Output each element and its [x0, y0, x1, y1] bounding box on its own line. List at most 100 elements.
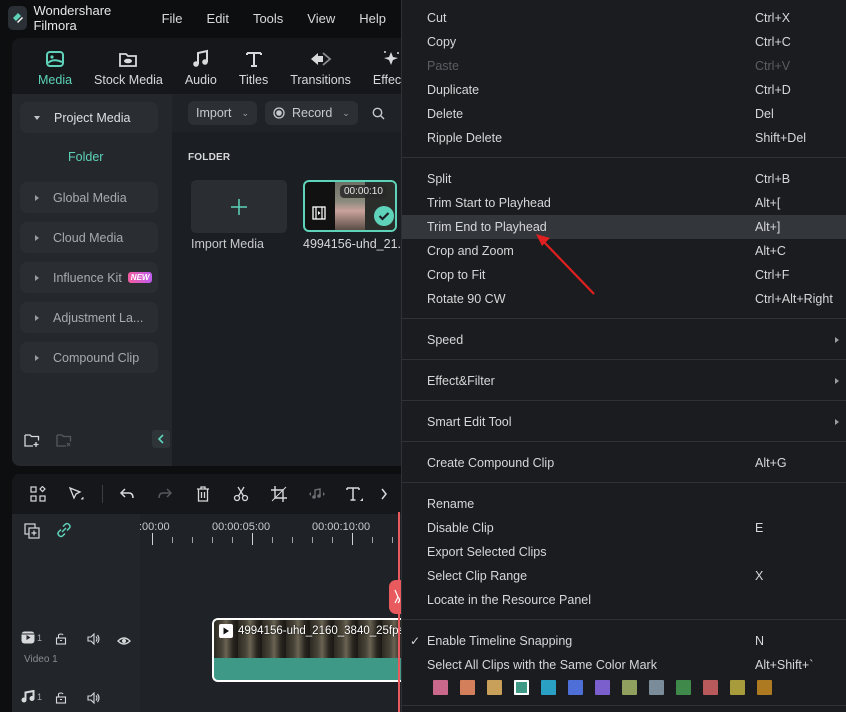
color-mark-swatch[interactable]	[703, 680, 718, 695]
menu-file[interactable]: File	[162, 11, 183, 26]
menu-item-select-all-clips-with-the-same-color-mark[interactable]: Select All Clips with the Same Color Mar…	[402, 653, 846, 677]
color-mark-swatch[interactable]	[649, 680, 664, 695]
more-tools-chevron-icon[interactable]	[379, 480, 389, 508]
color-mark-swatch[interactable]	[757, 680, 772, 695]
menu-item-label: Crop to Fit	[427, 268, 486, 282]
menu-item-duplicate[interactable]: Duplicate Ctrl+D	[402, 78, 846, 102]
filmora-window: Wondershare Filmora File Edit Tools View…	[0, 0, 846, 712]
sidebar-item-project-media[interactable]: Project Media	[20, 102, 158, 133]
ruler-tick	[372, 537, 373, 543]
submenu-arrow-icon	[835, 419, 839, 425]
timeline-video-clip[interactable]: 4994156-uhd_2160_3840_25fps	[212, 618, 412, 682]
layout-grid-icon[interactable]	[24, 480, 52, 508]
menu-item-crop-and-zoom[interactable]: Crop and Zoom Alt+C	[402, 239, 846, 263]
crop-icon[interactable]	[265, 480, 293, 508]
menu-item-cut[interactable]: Cut Ctrl+X	[402, 6, 846, 30]
menu-item-create-compound-clip[interactable]: Create Compound Clip Alt+G	[402, 451, 846, 475]
menu-help[interactable]: Help	[359, 11, 386, 26]
select-pointer-icon[interactable]	[62, 480, 90, 508]
menu-item-ripple-delete[interactable]: Ripple Delete Shift+Del	[402, 126, 846, 150]
color-mark-swatch[interactable]	[487, 680, 502, 695]
sidebar-item-cloud-media[interactable]: Cloud Media	[20, 222, 158, 253]
speaker-icon[interactable]	[87, 691, 101, 709]
tab-transitions[interactable]: Transitions	[290, 48, 351, 94]
menu-item-enable-timeline-snapping[interactable]: ✓ Enable Timeline Snapping N	[402, 629, 846, 653]
tab-media[interactable]: Media	[38, 48, 72, 94]
import-media-tile[interactable]	[191, 180, 287, 233]
menu-item-export-selected-clips[interactable]: Export Selected Clips	[402, 540, 846, 564]
menu-item-copy[interactable]: Copy Ctrl+C	[402, 30, 846, 54]
lock-icon[interactable]	[55, 632, 67, 650]
caret-right-icon	[35, 314, 39, 321]
menu-item-rename[interactable]: Rename	[402, 492, 846, 516]
color-mark-swatch[interactable]	[595, 680, 610, 695]
menu-item-label: Trim Start to Playhead	[427, 196, 551, 210]
import-dropdown[interactable]: Import ⌄	[188, 101, 257, 125]
filmora-logo-icon	[8, 6, 28, 30]
sidebar-item-folder[interactable]: Folder	[68, 150, 103, 164]
link-icon[interactable]	[56, 522, 72, 543]
sidebar-item-global-media[interactable]: Global Media	[20, 182, 158, 213]
menu-item-effect-filter[interactable]: Effect&Filter	[402, 369, 846, 393]
lock-icon[interactable]	[55, 691, 67, 709]
title-bar: Wondershare Filmora File Edit Tools View…	[0, 0, 410, 36]
tab-audio[interactable]: Audio	[185, 48, 217, 94]
color-mark-swatch[interactable]	[460, 680, 475, 695]
text-tool-icon[interactable]	[341, 480, 369, 508]
sidebar-item-compound-clip[interactable]: Compound Clip	[20, 342, 158, 373]
color-mark-swatch[interactable]	[541, 680, 556, 695]
menu-item-label: Enable Timeline Snapping	[427, 634, 573, 648]
color-mark-swatch[interactable]	[433, 680, 448, 695]
new-folder-icon[interactable]	[24, 432, 40, 453]
menu-item-label: Ripple Delete	[427, 131, 503, 145]
record-dropdown[interactable]: Record ⌄	[264, 101, 358, 125]
ruler-tick	[172, 537, 173, 543]
timeline-tracks: 1 Video 1 1:00:00 00:00:05:00 00:00:10:…	[12, 514, 412, 712]
menu-view[interactable]: View	[307, 11, 335, 26]
menu-tools[interactable]: Tools	[253, 11, 283, 26]
add-track-icon[interactable]	[24, 523, 40, 544]
menu-item-label: Rename	[427, 497, 475, 511]
menu-item-speed[interactable]: Speed	[402, 328, 846, 352]
menu-edit[interactable]: Edit	[207, 11, 229, 26]
scissors-icon[interactable]	[227, 480, 255, 508]
caret-right-icon	[35, 234, 39, 241]
video-track-label: Video 1	[24, 654, 58, 665]
sidebar-item-adjustment-layer[interactable]: Adjustment La...	[20, 302, 158, 333]
menu-item-shortcut: Ctrl+C	[755, 35, 791, 49]
media-icon	[45, 48, 65, 70]
menu-item-label: Effect&Filter	[427, 374, 495, 388]
menu-item-disable-clip[interactable]: Disable Clip E	[402, 516, 846, 540]
color-mark-swatch[interactable]	[514, 680, 529, 695]
menu-item-label: Cut	[427, 11, 447, 25]
media-library: Import ⌄ Record ⌄ FOLDER Import Media 00…	[172, 94, 412, 466]
eye-icon[interactable]	[117, 633, 131, 651]
menu-item-smart-edit-tool[interactable]: Smart Edit Tool	[402, 410, 846, 434]
caret-down-icon	[34, 115, 40, 120]
menu-item-trim-start-to-playhead[interactable]: Trim Start to Playhead Alt+[	[402, 191, 846, 215]
delete-icon[interactable]	[189, 480, 217, 508]
search-icon[interactable]	[372, 107, 385, 120]
audio-split-icon	[303, 480, 331, 508]
color-mark-swatch[interactable]	[568, 680, 583, 695]
color-mark-swatch[interactable]	[676, 680, 691, 695]
tab-titles[interactable]: Titles	[239, 48, 268, 94]
tab-stock-media[interactable]: Stock Media	[94, 48, 163, 94]
menu-separator	[402, 400, 846, 401]
menu-item-locate-in-the-resource-panel[interactable]: Locate in the Resource Panel	[402, 588, 846, 612]
speaker-icon[interactable]	[87, 632, 101, 650]
menu-item-rotate-90-cw[interactable]: Rotate 90 CW Ctrl+Alt+Right	[402, 287, 846, 311]
menu-item-delete[interactable]: Delete Del	[402, 102, 846, 126]
menu-item-trim-end-to-playhead[interactable]: Trim End to Playhead Alt+]	[402, 215, 846, 239]
color-mark-swatch[interactable]	[730, 680, 745, 695]
menu-item-crop-to-fit[interactable]: Crop to Fit Ctrl+F	[402, 263, 846, 287]
menu-item-select-clip-range[interactable]: Select Clip Range X	[402, 564, 846, 588]
menu-item-label: Select Clip Range	[427, 569, 528, 583]
collapse-sidebar-button[interactable]	[152, 430, 170, 448]
sidebar-item-influence-kit[interactable]: Influence Kit NEW	[20, 262, 158, 293]
undo-icon[interactable]	[113, 480, 141, 508]
media-clip-thumbnail[interactable]: 00:00:10	[303, 180, 397, 232]
color-mark-swatch[interactable]	[622, 680, 637, 695]
effects-icon	[382, 48, 402, 70]
menu-item-split[interactable]: Split Ctrl+B	[402, 167, 846, 191]
